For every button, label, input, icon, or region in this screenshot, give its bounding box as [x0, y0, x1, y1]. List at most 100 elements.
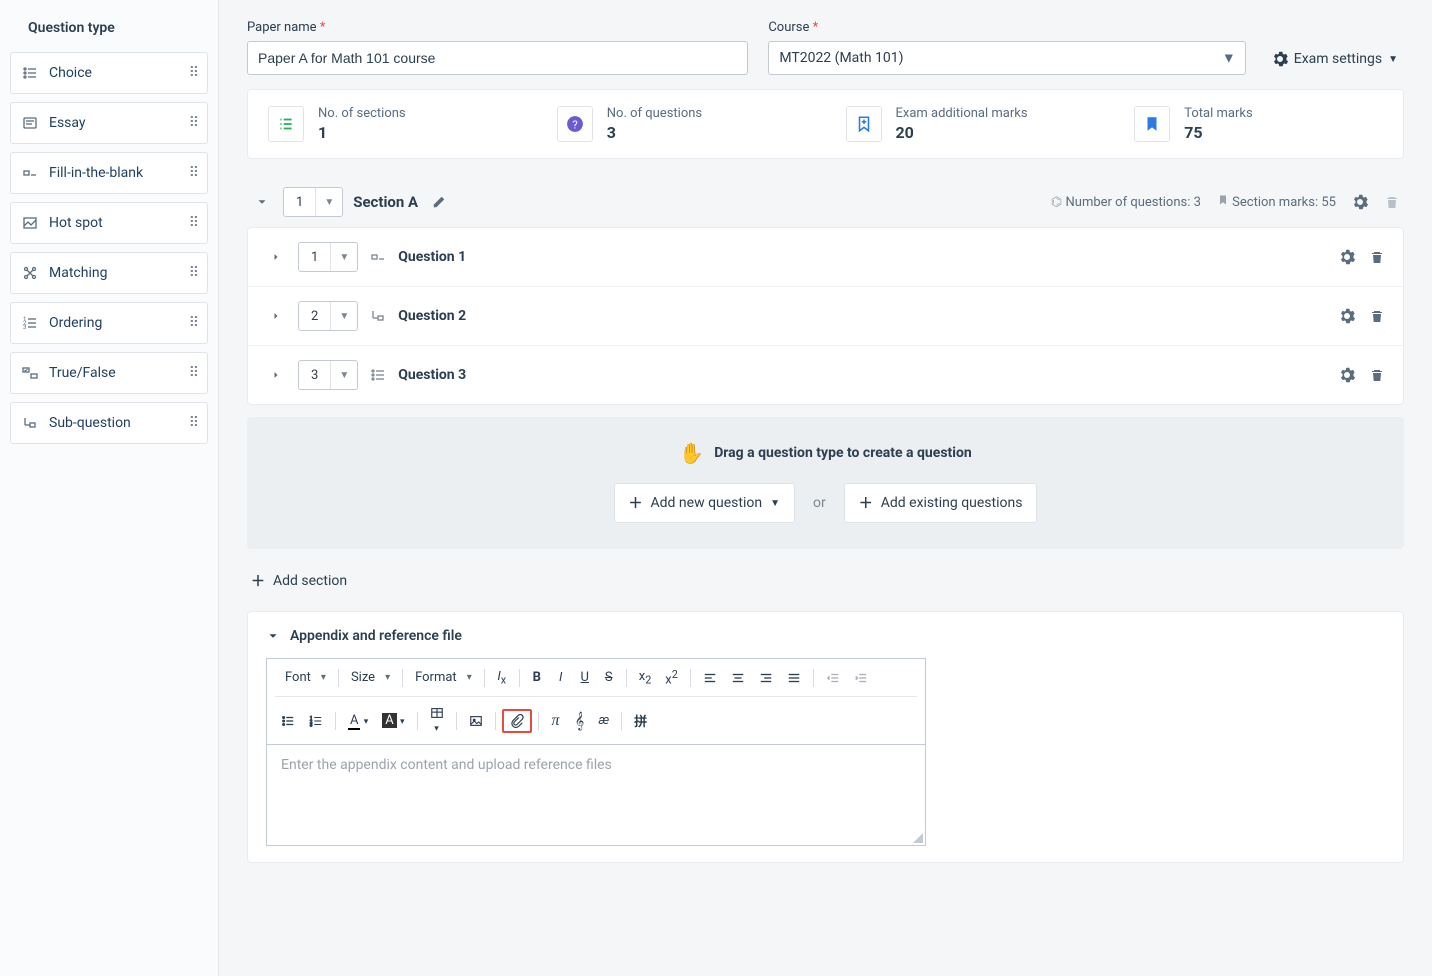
- bullet-list-button[interactable]: [275, 711, 301, 731]
- dropzone[interactable]: ✋ Drag a question type to create a quest…: [247, 417, 1404, 549]
- bookmark-plus-icon: [846, 106, 882, 142]
- subquestion-icon: [21, 415, 39, 431]
- qtype-essay[interactable]: Essay ⠿: [10, 102, 208, 144]
- summary-label: Total marks: [1184, 106, 1252, 121]
- list-icon: [268, 106, 304, 142]
- pi-button[interactable]: π: [545, 709, 567, 733]
- section-marks-value: 55: [1321, 195, 1336, 210]
- question-settings-button[interactable]: [1339, 249, 1355, 265]
- section-marks-label: Section marks:: [1232, 195, 1318, 210]
- indent-button[interactable]: [848, 668, 874, 688]
- plus-icon: ＋: [251, 571, 265, 591]
- section-header: 1 ▼ Section A ⌬ Number of questions: 3 S…: [247, 181, 1404, 223]
- image-button[interactable]: [463, 711, 489, 731]
- question-number-select[interactable]: 2▼: [298, 301, 358, 331]
- qtype-choice[interactable]: Choice ⠿: [10, 52, 208, 94]
- qtype-label: Essay: [49, 115, 86, 131]
- qtype-truefalse[interactable]: True/False ⠿: [10, 352, 208, 394]
- edit-section-button[interactable]: [432, 195, 446, 209]
- superscript-button[interactable]: x2: [659, 665, 684, 690]
- bg-color-button[interactable]: A ▾: [376, 710, 410, 731]
- question-number-select[interactable]: 3▼: [298, 360, 358, 390]
- course-field: Course * MT2022 (Math 101) ▼: [768, 20, 1245, 75]
- strike-button[interactable]: S: [598, 667, 620, 688]
- align-left-button[interactable]: [697, 668, 723, 688]
- attachment-button[interactable]: [502, 709, 532, 733]
- add-section-button[interactable]: ＋ Add section: [247, 567, 351, 595]
- question-delete-button[interactable]: [1369, 367, 1385, 383]
- question-row: 2▼ Question 2: [248, 286, 1403, 345]
- qtype-label: Fill-in-the-blank: [49, 165, 143, 181]
- paper-name-input[interactable]: [247, 41, 748, 75]
- expand-toggle[interactable]: [266, 247, 286, 267]
- appendix-toggle[interactable]: Appendix and reference file: [266, 628, 1385, 644]
- appendix-section: Appendix and reference file Font▾ Size▾ …: [247, 611, 1404, 863]
- btn-label: Add new question: [651, 495, 763, 511]
- question-settings-button[interactable]: [1339, 308, 1355, 324]
- section-number-select[interactable]: 1 ▼: [283, 187, 343, 217]
- question-delete-button[interactable]: [1369, 249, 1385, 265]
- align-center-button[interactable]: [725, 668, 751, 688]
- summary-label: No. of questions: [607, 106, 702, 121]
- bookmark-icon: [1134, 106, 1170, 142]
- text-color-button[interactable]: A ▾: [342, 710, 374, 731]
- resize-handle[interactable]: [913, 833, 923, 843]
- underline-button[interactable]: U: [574, 667, 596, 688]
- hierarchy-icon: ⌬: [1051, 195, 1062, 210]
- font-select[interactable]: Font▾: [279, 667, 332, 688]
- add-existing-questions-button[interactable]: ＋ Add existing questions: [844, 483, 1038, 523]
- bold-button[interactable]: B: [526, 667, 548, 688]
- qtype-hotspot[interactable]: Hot spot ⠿: [10, 202, 208, 244]
- qtype-label: Ordering: [49, 315, 102, 331]
- music-button[interactable]: 𝄞: [569, 708, 591, 734]
- collapse-toggle[interactable]: [251, 191, 273, 213]
- caret-down-icon: ▼: [330, 361, 357, 389]
- paper-name-label: Paper name *: [247, 20, 748, 35]
- qtype-matching[interactable]: Matching ⠿: [10, 252, 208, 294]
- drag-handle-icon: ⠿: [189, 365, 199, 381]
- expand-toggle[interactable]: [266, 365, 286, 385]
- table-button[interactable]: ▾: [424, 703, 450, 738]
- section-title: Section A: [353, 193, 418, 211]
- qtype-label: Matching: [49, 265, 107, 281]
- pinyin-button[interactable]: 拼: [628, 708, 653, 733]
- qtype-ordering[interactable]: 123 Ordering ⠿: [10, 302, 208, 344]
- qtype-subquestion[interactable]: Sub-question ⠿: [10, 402, 208, 444]
- section-settings-button[interactable]: [1352, 194, 1368, 210]
- clear-format-button[interactable]: Ix: [491, 666, 513, 690]
- summary-value: 1: [318, 123, 406, 142]
- sidebar: Question type Choice ⠿ Essay ⠿ Fill-in-t…: [0, 0, 219, 976]
- special-char-button[interactable]: æ: [593, 710, 616, 731]
- outdent-button[interactable]: [820, 668, 846, 688]
- add-new-question-button[interactable]: ＋ Add new question ▼: [614, 483, 795, 523]
- exam-settings-button[interactable]: Exam settings ▼: [1266, 43, 1404, 75]
- exam-settings-label: Exam settings: [1294, 51, 1382, 67]
- section-delete-button[interactable]: [1384, 194, 1400, 210]
- question-number-select[interactable]: 1▼: [298, 242, 358, 272]
- format-select[interactable]: Format▾: [409, 667, 478, 688]
- qtype-label: Choice: [49, 65, 92, 81]
- summary-label: No. of sections: [318, 106, 406, 121]
- qtype-label: Hot spot: [49, 215, 103, 231]
- question-delete-button[interactable]: [1369, 308, 1385, 324]
- fill-blank-icon: [370, 249, 386, 265]
- number-list-button[interactable]: 123: [303, 711, 329, 731]
- size-select[interactable]: Size▾: [345, 667, 396, 688]
- caret-down-icon: ▼: [315, 188, 342, 216]
- question-settings-button[interactable]: [1339, 367, 1355, 383]
- hand-icon: ✋: [679, 441, 704, 465]
- editor-textarea[interactable]: Enter the appendix content and upload re…: [267, 745, 925, 845]
- question-number: 3: [299, 368, 330, 383]
- chevron-down-icon: [266, 629, 280, 643]
- subscript-button[interactable]: x2: [633, 666, 658, 690]
- matching-icon: [21, 265, 39, 281]
- caret-down-icon: ▼: [330, 243, 357, 271]
- align-right-button[interactable]: [753, 668, 779, 688]
- expand-toggle[interactable]: [266, 306, 286, 326]
- qtype-fill-blank[interactable]: Fill-in-the-blank ⠿: [10, 152, 208, 194]
- editor-toolbar: Font▾ Size▾ Format▾ Ix B I U S x2: [267, 659, 925, 745]
- italic-button[interactable]: I: [550, 667, 572, 688]
- course-select[interactable]: MT2022 (Math 101): [768, 41, 1245, 75]
- hotspot-icon: [21, 215, 39, 231]
- align-justify-button[interactable]: [781, 668, 807, 688]
